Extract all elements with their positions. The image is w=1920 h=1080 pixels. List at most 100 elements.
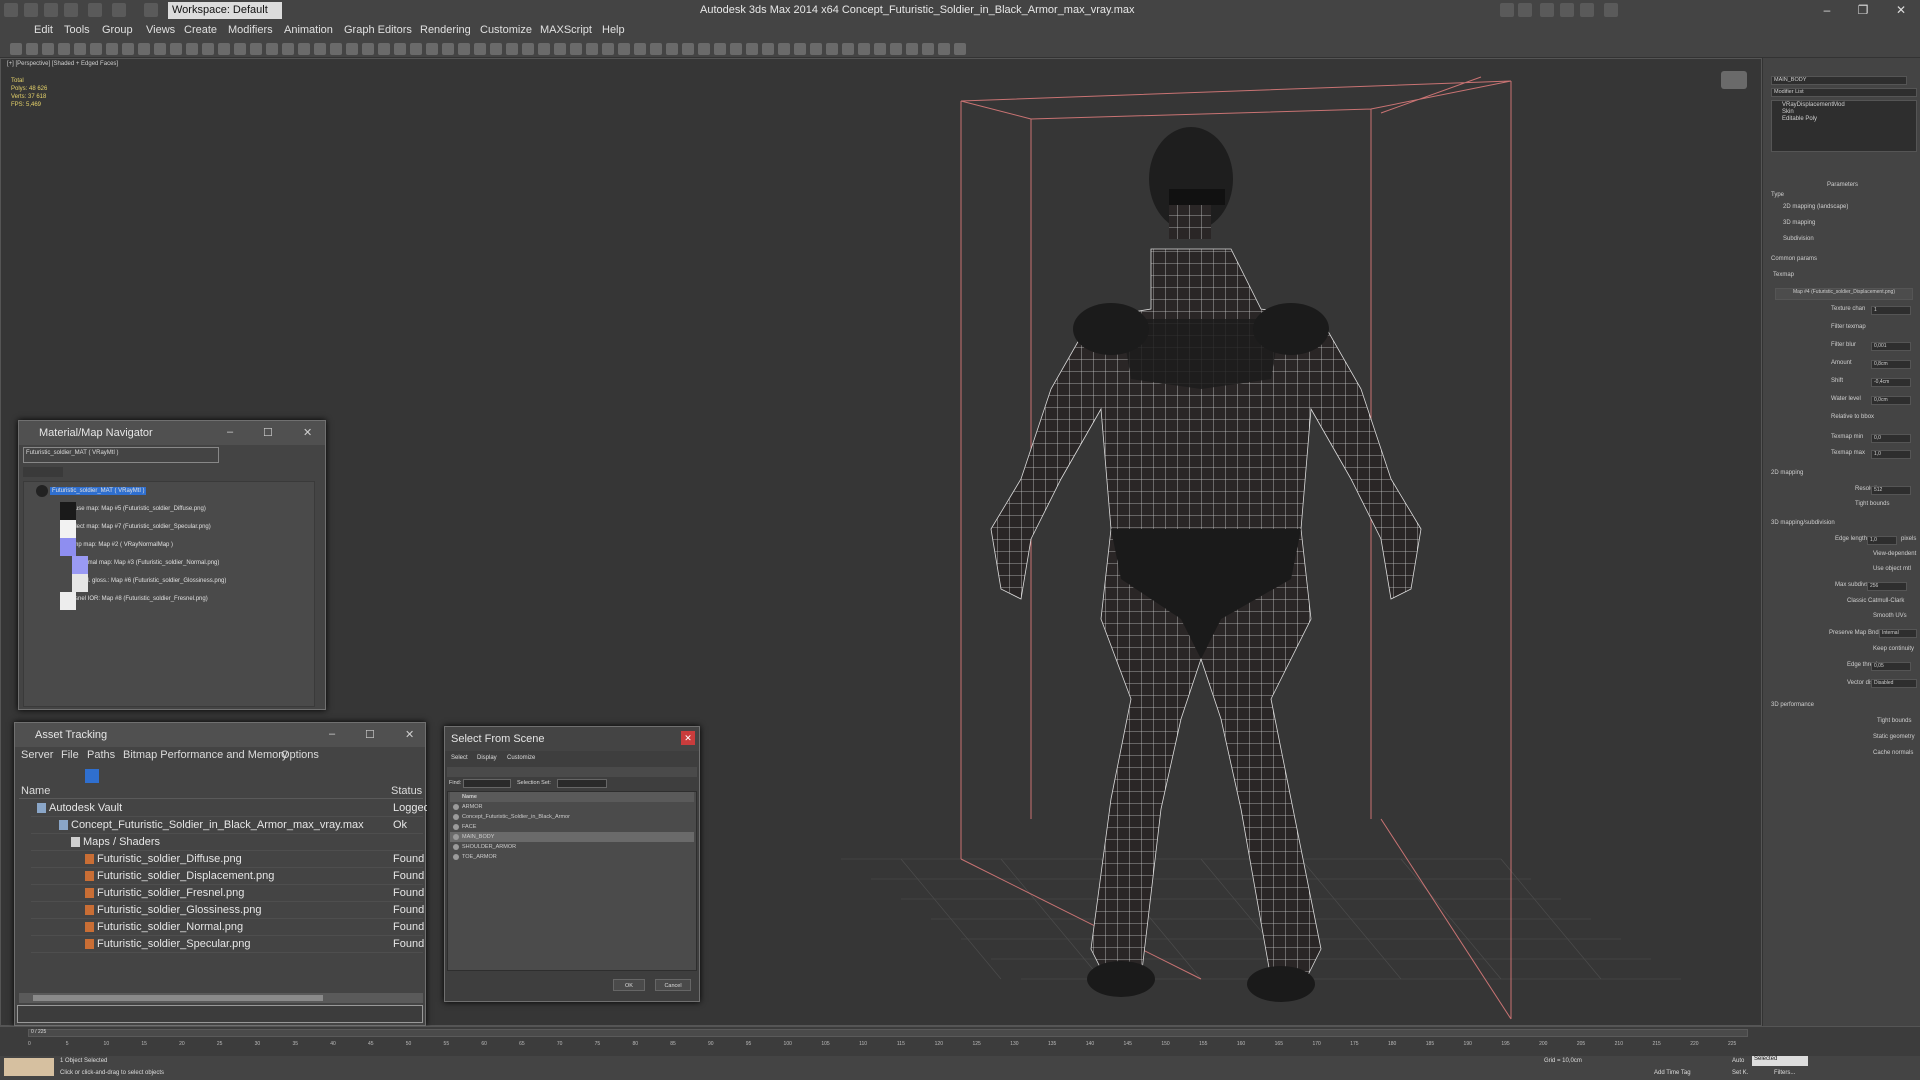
rectangle-select-icon[interactable] (586, 43, 598, 55)
window-crossing-icon[interactable] (122, 43, 134, 55)
select-link-icon[interactable] (490, 43, 502, 55)
exchange-icon[interactable] (1560, 3, 1574, 17)
rendered-frame-icon[interactable] (458, 43, 470, 55)
preserve-map-bnd-dropdown[interactable]: Internal (1879, 629, 1917, 638)
sfs-toolbar[interactable] (447, 767, 697, 777)
map-tree-item[interactable]: Diffuse map: Map #5 (Futuristic_soldier_… (44, 502, 206, 520)
scene-object-row[interactable]: MAIN_BODY (450, 832, 694, 842)
reference-system-icon[interactable] (186, 43, 198, 55)
snap-icon[interactable] (250, 43, 262, 55)
max-subdivs-field[interactable]: 256 (1867, 582, 1907, 591)
menu-animation[interactable]: Animation (284, 24, 333, 36)
vector-displ-dropdown[interactable]: Disabled (1871, 679, 1917, 688)
scrollbar-thumb[interactable] (33, 995, 323, 1001)
menu-tools[interactable]: Tools (64, 24, 90, 36)
spinner-snap-icon[interactable] (778, 43, 790, 55)
key-icon[interactable] (1540, 3, 1554, 17)
asset-row[interactable]: Futuristic_soldier_Fresnel.png Found (31, 886, 424, 902)
selection-filter-icon[interactable] (538, 43, 550, 55)
minimize-icon[interactable]: – (1820, 3, 1834, 17)
pivot-icon[interactable] (682, 43, 694, 55)
rectangle-select-icon[interactable] (106, 43, 118, 55)
minimize-icon[interactable]: – (329, 728, 335, 740)
pivot-icon[interactable] (202, 43, 214, 55)
modifier-stack[interactable]: VRayDisplacementMod Skin Editable Poly (1771, 100, 1917, 152)
scene-object-row[interactable]: SHOULDER_ARMOR (450, 842, 694, 852)
asset-row[interactable]: Maps / Shaders (31, 835, 423, 851)
menu-rendering[interactable]: Rendering (420, 24, 471, 36)
scene-object-list[interactable]: Name ARMOR Concept_Futuristic_Soldier_in_… (447, 791, 697, 971)
edge-length-field[interactable]: 1,0 (1867, 536, 1897, 545)
bind-space-warp-icon[interactable] (522, 43, 534, 55)
smooth-uvs-checkbox[interactable]: Smooth UVs (1873, 613, 1907, 619)
rendered-frame-icon[interactable] (938, 43, 950, 55)
menu-display[interactable]: Display (477, 755, 497, 761)
layer-icon[interactable] (842, 43, 854, 55)
percent-snap-icon[interactable] (762, 43, 774, 55)
classic-catmull-clark-checkbox[interactable]: Classic Catmull-Clark (1847, 598, 1904, 604)
material-navigator-titlebar[interactable]: Material/Map Navigator – ☐ ✕ (19, 421, 325, 445)
menu-file[interactable]: File (61, 749, 79, 761)
workspace-dropdown[interactable]: Workspace: Default (168, 2, 282, 19)
asset-tracking-toolbar[interactable] (19, 769, 423, 783)
menu-create[interactable]: Create (184, 24, 217, 36)
rotate-icon[interactable] (634, 43, 646, 55)
keyboard-shortcut-icon[interactable] (714, 43, 726, 55)
curve-editor-icon[interactable] (394, 43, 406, 55)
move-icon[interactable] (138, 43, 150, 55)
pixels-checkbox[interactable]: pixels (1901, 536, 1916, 542)
select-object-icon[interactable] (554, 43, 566, 55)
modifier-item[interactable]: VRayDisplacementMod (1782, 102, 1845, 108)
asset-path-field[interactable] (17, 1005, 423, 1023)
edge-thresh-field[interactable]: 0,05 (1871, 662, 1911, 671)
close-icon[interactable]: ✕ (303, 426, 312, 439)
select-by-name-icon[interactable] (570, 43, 582, 55)
menu-server[interactable]: Server (21, 749, 53, 761)
material-editor-icon[interactable] (426, 43, 438, 55)
resolution-field[interactable]: 512 (1871, 486, 1911, 495)
scene-object-row[interactable]: TOE_ARMOR (450, 852, 694, 862)
save-file-icon[interactable] (64, 3, 78, 17)
angle-snap-icon[interactable] (266, 43, 278, 55)
close-icon[interactable]: ✕ (681, 731, 695, 745)
render-icon[interactable] (474, 43, 486, 55)
modifier-item[interactable]: Editable Poly (1782, 116, 1817, 122)
auto-key-button[interactable]: Auto (1732, 1058, 1744, 1064)
material-root-item[interactable]: Futuristic_soldier_MAT ( VRayMtl ) (24, 484, 147, 498)
modifier-list-dropdown[interactable]: Modifier List (1771, 88, 1917, 97)
select-from-scene-titlebar[interactable]: Select From Scene ✕ (445, 727, 699, 751)
selection-filter-icon[interactable] (58, 43, 70, 55)
map-tree-item[interactable]: Bump map: Map #2 ( VRayNormalMap ) (44, 538, 173, 556)
menu-graph-editors[interactable]: Graph Editors (344, 24, 412, 36)
selection-set-dropdown[interactable] (557, 779, 607, 788)
menu-maxscript[interactable]: MAXScript (540, 24, 592, 36)
key-filter-dropdown[interactable]: Selected (1752, 1056, 1808, 1066)
material-editor-icon[interactable] (906, 43, 918, 55)
restore-icon[interactable]: ❐ (1856, 3, 1870, 17)
asset-row[interactable]: Autodesk Vault Logged Ou (31, 801, 427, 817)
asset-table-body[interactable]: Autodesk Vault Logged Ou Concept_Futuristi… (15, 801, 427, 991)
select-link-icon[interactable] (10, 43, 22, 55)
key-filters-button[interactable]: Filters... (1774, 1070, 1795, 1076)
new-file-icon[interactable] (24, 3, 38, 17)
menu-paths[interactable]: Paths (87, 749, 115, 761)
viewcube-icon[interactable] (1721, 71, 1747, 89)
menu-customize[interactable]: Customize (507, 755, 535, 761)
render-icon[interactable] (954, 43, 966, 55)
static-geometry-checkbox[interactable]: Static geometry (1873, 734, 1915, 740)
search-help-icon[interactable] (1500, 3, 1514, 17)
scene-object-row[interactable]: Concept_Futuristic_Soldier_in_Black_Armo… (450, 812, 694, 822)
graphite-icon[interactable] (378, 43, 390, 55)
close-icon[interactable]: ✕ (405, 728, 414, 741)
track-bar[interactable]: 0 5 10 15 20 25 30 35 40 45 50 55 60 65 70 75 80 85 90 95 10… (28, 1039, 1748, 1055)
schematic-view-icon[interactable] (890, 43, 902, 55)
maximize-icon[interactable]: ☐ (263, 426, 273, 439)
maxscript-listener[interactable] (4, 1058, 54, 1076)
view-dependent-checkbox[interactable]: View-dependent (1873, 551, 1916, 557)
parameters-rollout[interactable]: Parameters (1827, 182, 1858, 188)
reference-system-icon[interactable] (666, 43, 678, 55)
modifier-item[interactable]: Skin (1782, 109, 1794, 115)
tight-bounds-checkbox[interactable]: Tight bounds (1855, 501, 1889, 507)
time-slider[interactable]: 0 / 225 (28, 1029, 1748, 1037)
edit-named-selection-icon[interactable] (794, 43, 806, 55)
